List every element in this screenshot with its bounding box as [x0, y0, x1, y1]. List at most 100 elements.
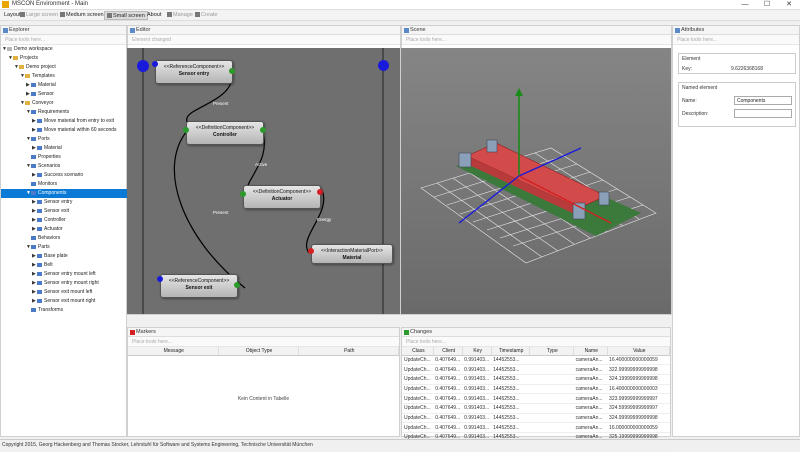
tree-node-icon — [37, 127, 42, 132]
tree-item[interactable]: Monitors — [1, 180, 127, 189]
tree-item[interactable]: ▼ Demo project — [1, 63, 127, 72]
tree-item[interactable]: ▶ Sensor — [1, 90, 127, 99]
tree-node-icon — [25, 73, 30, 78]
table-row[interactable]: UpdateCh...0.407649...0.991403...1445255… — [402, 384, 670, 395]
tree-item[interactable]: ▶ Belt — [1, 261, 127, 270]
changes-table[interactable]: Class Client Key Timestamp Type Name Value Upd… — [402, 347, 671, 452]
tree-item[interactable]: ▶ Sensor entry mount right — [1, 279, 127, 288]
table-cell: 14452553... — [491, 413, 530, 424]
tree-item[interactable]: ▶ Sensor exit mount left — [1, 288, 127, 297]
tree-item[interactable]: ▶ Actuator — [1, 225, 127, 234]
table-row[interactable]: UpdateCh...0.407649...0.991403...1445255… — [402, 393, 670, 404]
port-red[interactable] — [308, 248, 314, 254]
tree-node-icon — [37, 172, 42, 177]
tree-item[interactable]: ▶ Material — [1, 144, 127, 153]
tree-item-label: Material — [38, 82, 56, 88]
node-sensor-entry[interactable]: <<ReferenceComponent>> Sensor entry — [155, 60, 233, 84]
tree-item[interactable]: ▼ Requirements — [1, 108, 127, 117]
tree-item-label: Base plate — [44, 253, 68, 259]
tree-item[interactable]: ▼ Scenarios — [1, 162, 127, 171]
port-green[interactable] — [183, 127, 189, 133]
column-header-class[interactable]: Class — [402, 347, 434, 356]
tree-item[interactable]: ▼ Templates — [1, 72, 127, 81]
table-cell — [529, 413, 574, 424]
small-screen-button[interactable]: Small screen — [104, 11, 148, 20]
tree-item-label: Sensor exit mount left — [44, 289, 93, 295]
port-green[interactable] — [240, 191, 246, 197]
input-port-right[interactable] — [378, 60, 389, 71]
manage-button[interactable]: Manage — [165, 11, 195, 20]
port-green[interactable] — [234, 282, 240, 288]
scene-header: Scene — [402, 26, 671, 35]
markers-header: Markers — [128, 328, 399, 337]
tree-item[interactable]: ▶ Sensor entry mount left — [1, 270, 127, 279]
tree-item[interactable]: ▶ Sensor exit — [1, 207, 127, 216]
tree-node-icon — [31, 307, 36, 312]
input-port-left[interactable] — [137, 60, 149, 72]
tree-item[interactable]: ▶ Move material from entry to exit — [1, 117, 127, 126]
changes-panel: Changes Place tools here... Class Client K… — [401, 327, 671, 452]
port-green[interactable] — [260, 127, 266, 133]
create-button[interactable]: Create — [193, 11, 220, 20]
column-header-object-type[interactable]: Object Type — [218, 347, 299, 356]
column-header-path[interactable]: Path — [298, 347, 399, 356]
table-cell: 14452553... — [491, 403, 530, 414]
node-controller[interactable]: <<DefinitionComponent>> Controller — [186, 121, 264, 145]
tree-item[interactable]: Properties — [1, 153, 127, 162]
port-red[interactable] — [317, 189, 323, 195]
node-actuator[interactable]: <<DefinitionComponent>> Actuator — [243, 185, 321, 209]
table-row[interactable]: UpdateCh...0.407649...0.991403...1445255… — [402, 355, 670, 366]
column-header-timestamp[interactable]: Timestamp — [491, 347, 530, 356]
table-row[interactable]: UpdateCh...0.407649...0.991403...1445255… — [402, 413, 670, 424]
minimize-button[interactable]: — — [734, 0, 756, 10]
node-sensor-exit[interactable]: <<ReferenceComponent>> Sensor exit — [160, 274, 238, 298]
table-cell: 0.407649... — [433, 384, 463, 395]
table-row[interactable]: UpdateCh...0.407649...0.991403...1445255… — [402, 422, 670, 433]
medium-screen-button[interactable]: Medium screen — [58, 11, 106, 20]
description-field[interactable] — [734, 109, 792, 118]
port-green[interactable] — [229, 68, 235, 74]
table-cell: 322.99999999999998 — [607, 364, 670, 375]
tree-item[interactable]: ▶ Sensor exit mount right — [1, 297, 127, 306]
tree-item[interactable]: ▶ Material — [1, 81, 127, 90]
about-button[interactable]: About — [145, 11, 163, 20]
port-blue[interactable] — [157, 276, 163, 282]
tree-item[interactable]: ▶ Base plate — [1, 252, 127, 261]
table-cell: 0.407649... — [433, 422, 463, 433]
port-blue[interactable] — [152, 61, 158, 67]
tree-item[interactable]: ▼ Conveyor — [1, 99, 127, 108]
column-header-type[interactable]: Type — [529, 347, 575, 356]
tree-item-label: Demo workspace — [14, 46, 53, 52]
editor-header: Editor — [128, 26, 400, 35]
tree-item[interactable]: ▶ Sensor entry — [1, 198, 127, 207]
3d-scene-viewport[interactable] — [401, 48, 671, 314]
table-row[interactable]: UpdateCh...0.407649...0.991403...1445255… — [402, 364, 670, 375]
maximize-button[interactable]: ☐ — [756, 0, 778, 10]
tree-item-label: Monitors — [38, 181, 58, 187]
tree-item[interactable]: ▼ Components — [1, 189, 127, 198]
tree-item[interactable]: ▶ Success scenario — [1, 171, 127, 180]
tree-item[interactable]: ▼ Parts — [1, 243, 127, 252]
tree-item[interactable]: ▼ Ports — [1, 135, 127, 144]
tree-item[interactable]: Transforms — [1, 306, 127, 315]
column-header-message[interactable]: Message — [128, 347, 219, 356]
tree-item[interactable]: ▼ Projects — [1, 54, 127, 63]
column-header-client[interactable]: Client — [433, 347, 463, 356]
component-diagram-canvas[interactable]: Present Active Present Energy <<Referenc… — [127, 48, 400, 314]
edge-label: Present — [213, 101, 229, 106]
tree-item[interactable]: ▼ Demo workspace — [1, 45, 127, 54]
column-header-value[interactable]: Value — [607, 347, 671, 356]
column-header-key[interactable]: Key — [462, 347, 492, 356]
tree-item[interactable]: ▶ Move material within 60 seconds — [1, 126, 127, 135]
marker-icon — [130, 330, 135, 335]
tree-item[interactable]: ▶ Controller — [1, 216, 127, 225]
large-screen-button[interactable]: Large screen — [18, 11, 60, 20]
node-material[interactable]: <<InteractionMaterialPort>> Material — [311, 244, 393, 264]
table-row[interactable]: UpdateCh...0.407649...0.991403...1445255… — [402, 374, 670, 385]
markers-table[interactable]: Message Object Type Path — [128, 347, 399, 356]
table-row[interactable]: UpdateCh...0.407649...0.991403...1445255… — [402, 403, 670, 414]
tree-item[interactable]: Behaviors — [1, 234, 127, 243]
close-button[interactable]: ✕ — [778, 0, 800, 10]
column-header-name[interactable]: Name — [573, 347, 608, 356]
name-field[interactable]: Components — [734, 96, 792, 105]
